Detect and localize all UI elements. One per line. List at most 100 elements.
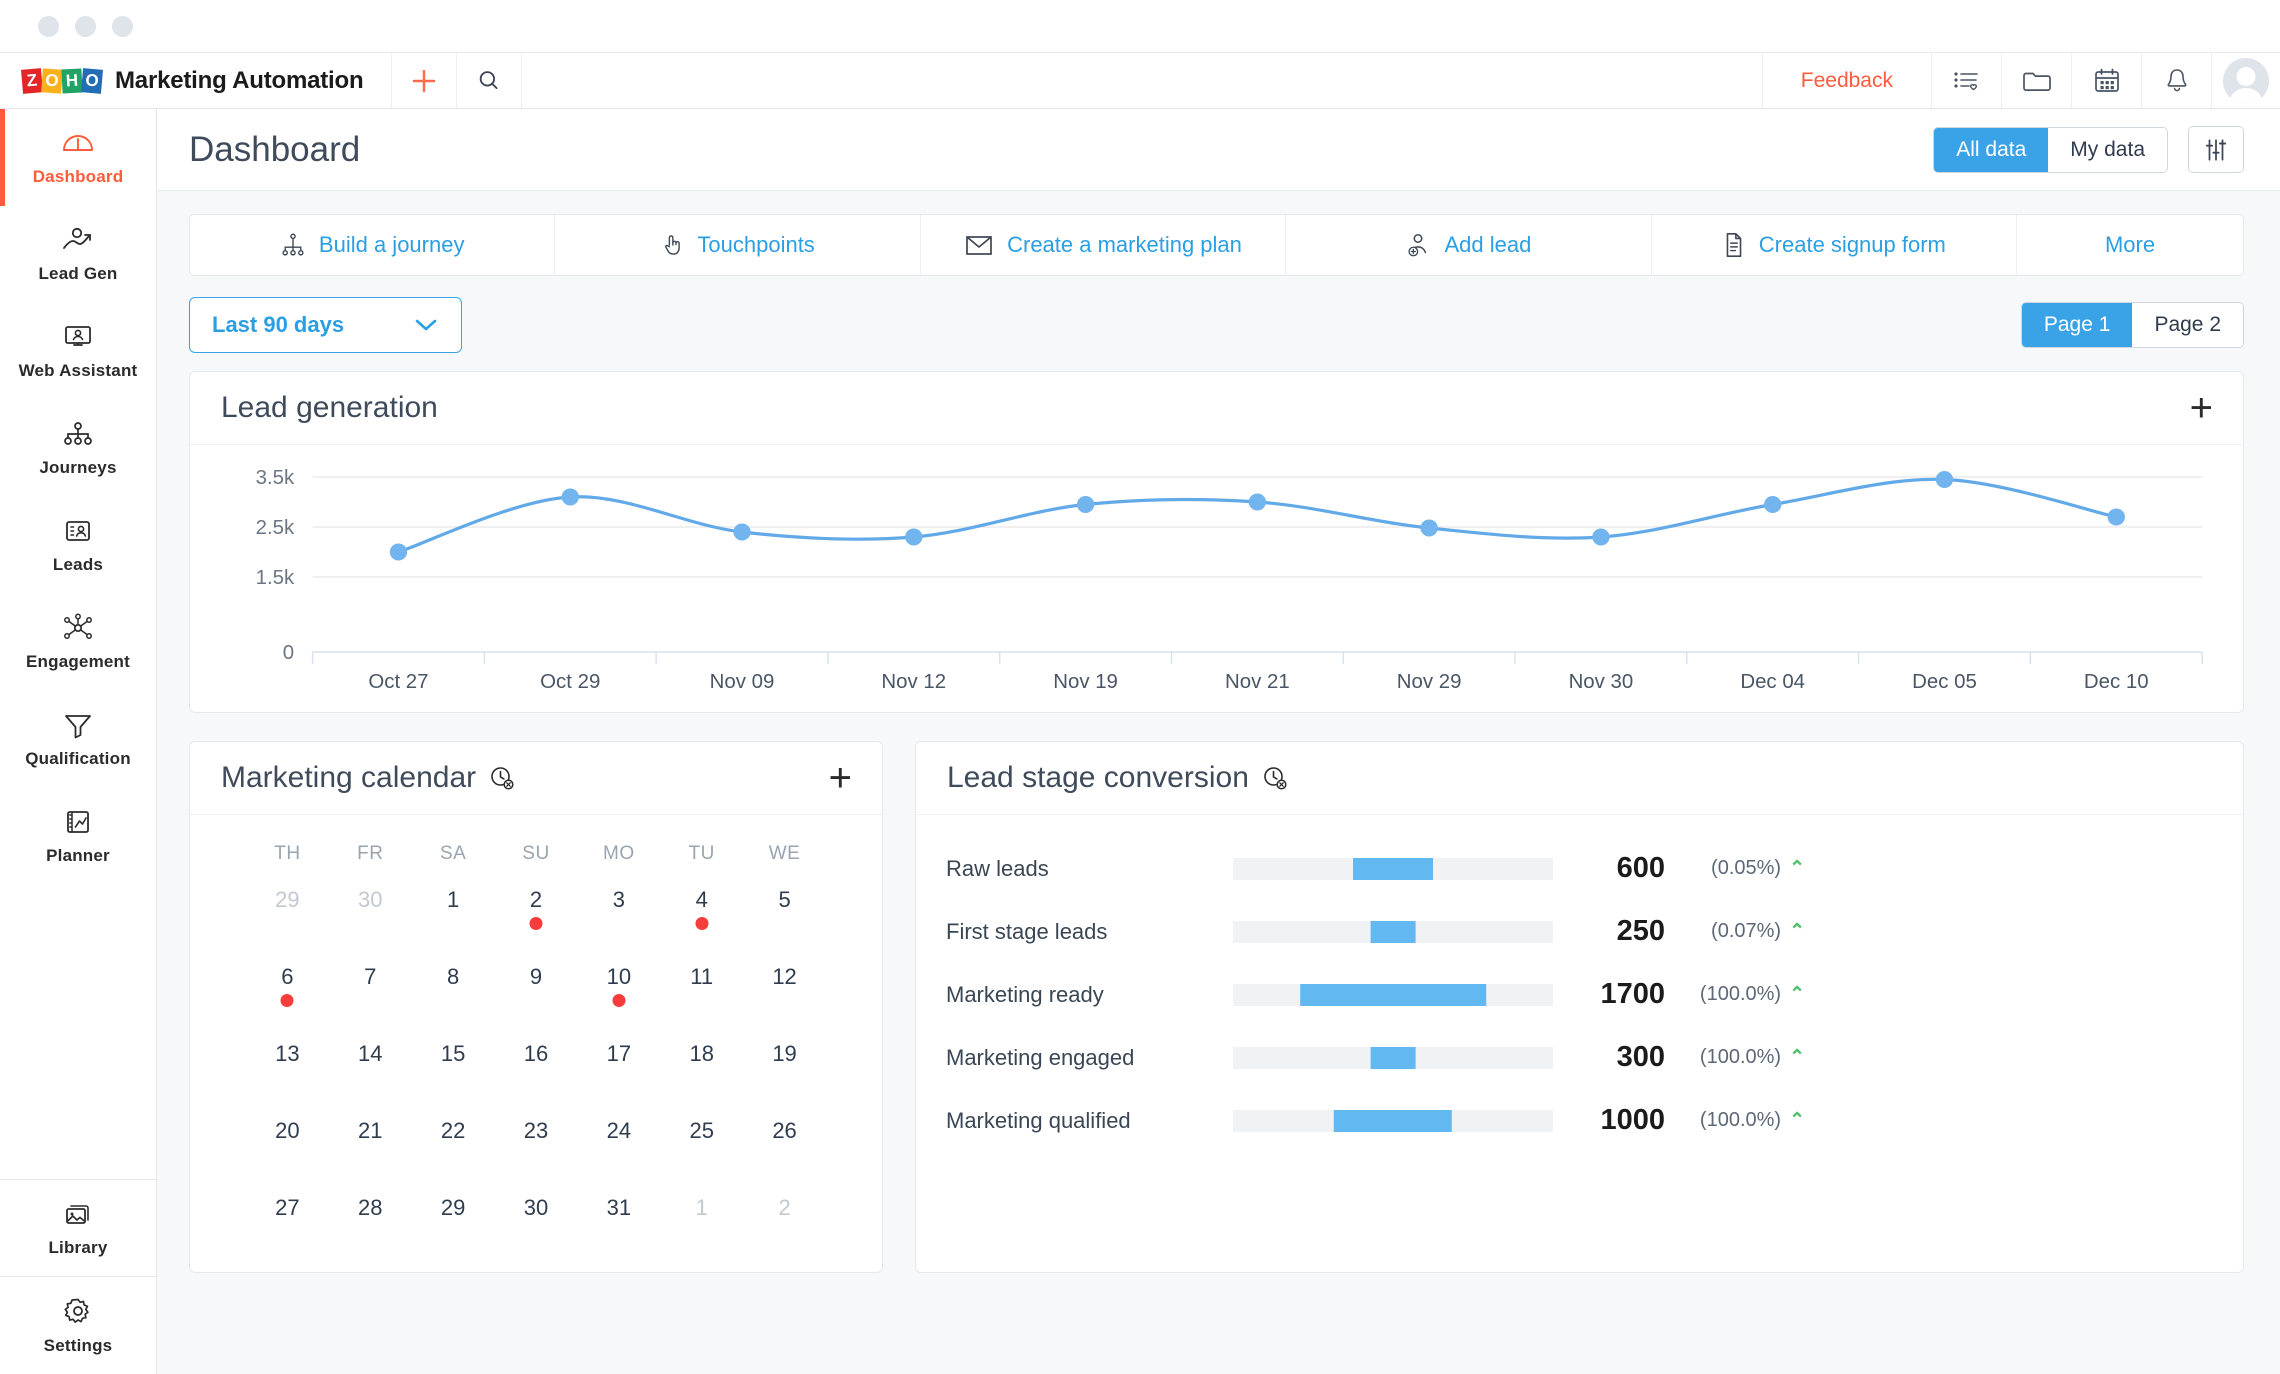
user-avatar-button[interactable] [2212, 53, 2280, 108]
sidebar-item-engagement[interactable]: Engagement [0, 594, 156, 691]
calendar-event-dot[interactable] [695, 917, 709, 930]
add-button[interactable] [392, 53, 458, 108]
scope-all-data-button[interactable]: All data [1934, 127, 2049, 172]
calendar-day-cell[interactable]: 10 [577, 964, 660, 1007]
calendar-day-number: 11 [690, 964, 714, 989]
calendar-event-dot[interactable] [612, 994, 626, 1007]
conversion-row[interactable]: First stage leads 250 (0.07%) ⌃ [946, 900, 2213, 963]
chart-point[interactable] [1076, 496, 1095, 513]
calendar-day-cell[interactable]: 19 [743, 1041, 826, 1079]
calendar-button[interactable] [2072, 53, 2142, 108]
folder-button[interactable] [2002, 53, 2072, 108]
chart-point[interactable] [1764, 496, 1782, 513]
calendar-event-dot[interactable] [529, 917, 543, 930]
calendar-day-cell[interactable]: 8 [412, 964, 495, 1002]
page-1-button[interactable]: Page 1 [2021, 303, 2133, 347]
quick-action-touchpoints[interactable]: Touchpoints [555, 215, 921, 275]
calendar-event-dot[interactable] [280, 994, 294, 1007]
conversion-row[interactable]: Marketing qualified 1000 (100.0%) ⌃ [946, 1089, 2213, 1152]
page-2-button[interactable]: Page 2 [2132, 303, 2243, 347]
calendar-day-cell[interactable]: 31 [577, 1195, 660, 1233]
chart-point[interactable] [561, 488, 579, 506]
sidebar-item-lead-gen[interactable]: Lead Gen [0, 206, 156, 303]
calendar-day-cell[interactable]: 28 [329, 1195, 412, 1233]
calendar-day-cell[interactable]: 30 [495, 1195, 578, 1233]
calendar-day-cell[interactable]: 15 [412, 1041, 495, 1079]
calendar-day-cell[interactable]: 16 [495, 1041, 578, 1079]
calendar-day-cell[interactable]: 2 [743, 1195, 826, 1233]
sidebar-item-qualification[interactable]: Qualification [0, 691, 156, 788]
calendar-day-cell[interactable]: 29 [246, 887, 329, 925]
calendar-day-cell[interactable]: 1 [660, 1195, 743, 1233]
chart-point[interactable] [1935, 471, 1954, 488]
filter-settings-button[interactable] [2188, 126, 2244, 173]
sidebar-item-leads[interactable]: Leads [0, 497, 156, 594]
calendar-day-cell[interactable]: 26 [743, 1118, 826, 1156]
chart-point[interactable] [1420, 519, 1438, 537]
feedback-button[interactable]: Feedback [1763, 53, 1932, 108]
calendar-day-cell[interactable]: 9 [495, 964, 578, 1002]
calendar-day-cell[interactable]: 7 [329, 964, 412, 1002]
sidebar-item-settings[interactable]: Settings [0, 1277, 156, 1374]
chart-point[interactable] [2107, 508, 2125, 526]
sidebar-item-journeys[interactable]: Journeys [0, 400, 156, 497]
quick-action-signup-form[interactable]: Create signup form [1652, 215, 2018, 275]
conversion-stage-label: Marketing engaged [946, 1044, 1135, 1070]
calendar-day-cell[interactable]: 13 [246, 1041, 329, 1079]
chart-point[interactable] [389, 543, 408, 561]
calendar-day-cell[interactable]: 27 [246, 1195, 329, 1233]
quick-action-marketing-plan[interactable]: Create a marketing plan [921, 215, 1287, 275]
conversion-row[interactable]: Marketing engaged 300 (100.0%) ⌃ [946, 1026, 2213, 1089]
marketing-calendar-add-button[interactable]: + [829, 758, 852, 798]
window-dot-minimize[interactable] [75, 15, 96, 37]
conversion-row[interactable]: Raw leads 600 (0.05%) ⌃ [946, 837, 2213, 900]
calendar-day-cell[interactable]: 2 [495, 887, 578, 930]
sidebar-item-label: Engagement [25, 652, 131, 671]
sidebar-item-dashboard[interactable]: Dashboard [0, 109, 156, 206]
quick-action-build-journey[interactable]: Build a journey [190, 215, 556, 275]
notifications-button[interactable] [2142, 53, 2212, 108]
calendar-day-cell[interactable]: 21 [329, 1118, 412, 1156]
calendar-day-cell[interactable]: 11 [660, 964, 743, 1002]
scope-my-data-button[interactable]: My data [2048, 127, 2167, 172]
calendar-dow-row: TH FR SA SU MO TU WE [190, 815, 882, 887]
calendar-day-cell[interactable]: 4 [660, 887, 743, 930]
calendar-day-cell[interactable]: 6 [246, 964, 329, 1007]
calendar-day-cell[interactable]: 20 [246, 1118, 329, 1156]
window-dot-close[interactable] [38, 15, 59, 37]
quick-action-add-lead[interactable]: Add lead [1286, 215, 1652, 275]
lead-generation-add-button[interactable]: + [2190, 388, 2213, 428]
calendar-day-cell[interactable]: 3 [577, 887, 660, 925]
chart-point[interactable] [1248, 493, 1267, 511]
quick-action-more[interactable]: More [2017, 215, 2243, 275]
calendar-day-cell[interactable]: 23 [495, 1118, 578, 1156]
date-range-select[interactable]: Last 90 days [189, 297, 462, 353]
calendar-day-cell[interactable]: 29 [412, 1195, 495, 1233]
calendar-day-cell[interactable]: 5 [743, 887, 826, 925]
sidebar-item-planner[interactable]: Planner [0, 788, 156, 885]
sidebar: Dashboard Lead Gen Web Assistant Journey… [0, 109, 157, 1374]
conversion-row[interactable]: Marketing ready 1700 (100.0%) ⌃ [946, 963, 2213, 1026]
calendar-day-cell[interactable]: 1 [412, 887, 495, 925]
list-favorite-button[interactable] [1932, 53, 2002, 108]
calendar-day-cell[interactable]: 14 [329, 1041, 412, 1079]
chart-point[interactable] [733, 523, 751, 541]
contact-card-icon [66, 521, 90, 541]
touch-icon [665, 235, 681, 255]
brand[interactable]: Z O H O Marketing Automation [0, 53, 393, 108]
calendar-day-cell[interactable]: 24 [577, 1118, 660, 1156]
sidebar-item-web-assistant[interactable]: Web Assistant [0, 303, 156, 400]
conversion-percent: (100.0%) ⌃ [1669, 1109, 1805, 1132]
sidebar-item-library[interactable]: Library [0, 1180, 156, 1277]
calendar-day-cell[interactable]: 30 [329, 887, 412, 925]
window-dot-maximize[interactable] [112, 15, 133, 37]
calendar-day-cell[interactable]: 22 [412, 1118, 495, 1156]
chart-point[interactable] [1592, 528, 1610, 546]
search-button[interactable] [457, 53, 523, 108]
calendar-day-cell[interactable]: 18 [660, 1041, 743, 1079]
x-tick-label: Nov 30 [1569, 671, 1634, 693]
calendar-day-cell[interactable]: 12 [743, 964, 826, 1002]
calendar-day-cell[interactable]: 17 [577, 1041, 660, 1079]
calendar-day-cell[interactable]: 25 [660, 1118, 743, 1156]
chart-point[interactable] [905, 528, 923, 546]
